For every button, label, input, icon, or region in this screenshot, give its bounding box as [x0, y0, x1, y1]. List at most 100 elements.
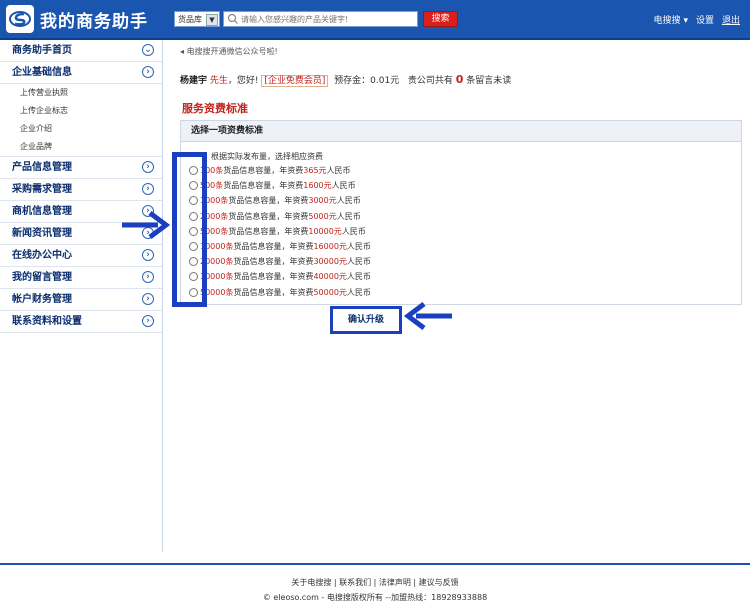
options-note: 根据实际发布量，选择相应资费 — [211, 152, 323, 161]
fee-option[interactable]: 1000条 货品信息容量，年资费 3000元 人民币 — [189, 193, 371, 208]
notice-text: 电搜搜开通微信公众号啦! — [186, 47, 278, 56]
user-info-line: 杨建宇 先生，您好! [企业免费会员] 预存金：0.01元 贵公司共有 0 条留… — [180, 73, 512, 87]
user-menu[interactable]: 电搜搜 ▾ — [654, 13, 688, 26]
search-category-value: 货品库 — [178, 15, 202, 24]
fee-options-list: 100条 货品信息容量，年资费 365元 人民币 500条 货品信息容量，年资费 1600元… — [189, 163, 371, 300]
sidebar-subitem-logo[interactable]: 上传企业标志 — [0, 102, 162, 120]
option-fee: 16000元 — [313, 242, 347, 252]
option-fee: 5000元 — [308, 211, 337, 221]
option-unit: 人民币 — [346, 257, 371, 267]
sidebar-item-messages[interactable]: 我的留言管理 › — [0, 267, 162, 289]
sidebar-item-purchasing[interactable]: 采购需求管理 › — [0, 179, 162, 201]
footer-link-contact[interactable]: 联系我们 — [339, 578, 371, 587]
user-menu-label: 电搜搜 — [653, 16, 681, 26]
member-badge[interactable]: [企业免费会员] — [261, 75, 329, 87]
sidebar-item-label: 商务助手首页 — [12, 45, 72, 56]
sidebar-item-label: 帐户财务管理 — [12, 294, 72, 305]
section-title: 服务资费标准 — [182, 102, 248, 115]
sidebar-item-home[interactable]: 商务助手首页 ⌄ — [0, 40, 162, 62]
sidebar-item-label: 我的留言管理 — [12, 272, 72, 283]
fee-option[interactable]: 2000条 货品信息容量，年资费 5000元 人民币 — [189, 209, 371, 224]
arrow-left-icon — [403, 302, 452, 330]
deposit-label: 预存金： — [334, 76, 371, 86]
sidebar-item-label: 企业基础信息 — [12, 67, 72, 78]
megaphone-icon: ◂ — [180, 47, 185, 56]
chevron-right-icon[interactable]: › — [142, 183, 154, 195]
sidebar-item-contact-settings[interactable]: 联系资料和设置 › — [0, 311, 162, 333]
message-suffix: 条留言未读 — [466, 76, 512, 86]
sidebar-item-products[interactable]: 产品信息管理 › — [0, 157, 162, 179]
sidebar-subitem-license[interactable]: 上传营业执照 — [0, 84, 162, 102]
option-fee: 3000元 — [308, 196, 337, 206]
option-desc: 货品信息容量，年资费 — [223, 166, 304, 176]
logo-icon — [6, 5, 34, 33]
option-desc: 货品信息容量，年资费 — [233, 272, 314, 282]
option-unit: 人民币 — [336, 196, 361, 206]
option-fee: 10000元 — [308, 226, 342, 236]
radio-highlight-box — [172, 152, 207, 307]
user-name: 杨建宇 — [180, 76, 208, 86]
option-desc: 货品信息容量，年资费 — [233, 242, 314, 252]
option-unit: 人民币 — [331, 181, 356, 191]
chevron-right-icon[interactable]: › — [142, 293, 154, 305]
chevron-down-icon[interactable]: ⌄ — [142, 44, 154, 56]
option-desc: 货品信息容量，年资费 — [228, 211, 309, 221]
search-button[interactable]: 搜索 — [423, 11, 458, 27]
search-category-select[interactable]: 货品库 ▼ — [174, 11, 220, 27]
option-fee: 30000元 — [313, 257, 347, 267]
panel-title: 选择一项资费标准 — [181, 121, 741, 142]
sidebar-item-label: 在线办公中心 — [12, 250, 72, 261]
fee-option[interactable]: 10000条 货品信息容量，年资费 16000元 人民币 — [189, 239, 371, 254]
chevron-right-icon[interactable]: › — [142, 161, 154, 173]
footer-link-about[interactable]: 关于电搜搜 — [291, 578, 331, 587]
sidebar-item-label: 商机信息管理 — [12, 206, 72, 217]
sidebar-subitem-intro[interactable]: 企业介绍 — [0, 120, 162, 138]
fee-option[interactable]: 500条 货品信息容量，年资费 1600元 人民币 — [189, 178, 371, 193]
footer-link-legal[interactable]: 法律声明 — [379, 578, 411, 587]
option-unit: 人民币 — [346, 242, 371, 252]
logout-link[interactable]: 退出 — [722, 13, 740, 26]
option-unit: 人民币 — [346, 272, 371, 282]
fee-panel: 选择一项资费标准 根据实际发布量，选择相应资费 100条 货品信息容量，年资费 36… — [180, 120, 742, 305]
option-desc: 货品信息容量，年资费 — [233, 257, 314, 267]
footer-link-feedback[interactable]: 建议与反馈 — [419, 578, 459, 587]
confirm-upgrade-button[interactable]: 确认升级 — [330, 306, 402, 334]
chevron-right-icon[interactable]: › — [142, 66, 154, 78]
option-desc: 货品信息容量，年资费 — [228, 196, 309, 206]
arrow-right-icon — [122, 211, 171, 239]
fee-option[interactable]: 20000条 货品信息容量，年资费 30000元 人民币 — [189, 254, 371, 269]
fee-option[interactable]: 5000条 货品信息容量，年资费 10000元 人民币 — [189, 224, 371, 239]
fee-option[interactable]: 50000条 货品信息容量，年资费 50000元 人民币 — [189, 285, 371, 300]
sidebar-item-finance[interactable]: 帐户财务管理 › — [0, 289, 162, 311]
unread-count[interactable]: 0 — [456, 73, 464, 86]
sidebar-item-label: 联系资料和设置 — [12, 316, 82, 327]
logo[interactable]: 我的商务助手 — [6, 5, 156, 33]
option-unit: 人民币 — [346, 287, 371, 297]
greeting: ，您好! — [227, 76, 259, 86]
sidebar-item-office[interactable]: 在线办公中心 › — [0, 245, 162, 267]
sidebar-subitem-brand[interactable]: 企业品牌 — [0, 138, 162, 157]
notice-bar[interactable]: ◂ 电搜搜开通微信公众号啦! — [180, 46, 278, 57]
settings-link[interactable]: 设置 — [696, 13, 714, 26]
search-input[interactable] — [241, 13, 416, 25]
fee-option[interactable]: 30000条 货品信息容量，年资费 40000元 人民币 — [189, 269, 371, 284]
footer: 关于电搜搜 | 联系我们 | 法律声明 | 建议与反馈 © eleoso.com… — [0, 563, 750, 613]
chevron-down-icon[interactable]: ▼ — [206, 14, 218, 26]
option-fee: 50000元 — [313, 287, 347, 297]
footer-copyright: © eleoso.com - 电搜搜版权所有 --加盟热线：1892893388… — [262, 593, 488, 602]
search-field[interactable] — [223, 11, 418, 27]
chevron-right-icon[interactable]: › — [142, 271, 154, 283]
option-unit: 人民币 — [341, 226, 366, 236]
footer-links: 关于电搜搜 | 联系我们 | 法律声明 | 建议与反馈 — [291, 578, 459, 587]
chevron-right-icon[interactable]: › — [142, 249, 154, 261]
logo-text: 我的商务助手 — [40, 11, 148, 32]
option-desc: 货品信息容量，年资费 — [233, 287, 314, 297]
chevron-right-icon[interactable]: › — [142, 315, 154, 327]
fee-option[interactable]: 100条 货品信息容量，年资费 365元 人民币 — [189, 163, 371, 178]
search-icon — [227, 13, 238, 24]
message-prefix: 贵公司共有 — [407, 76, 453, 86]
sidebar-item-company-info[interactable]: 企业基础信息 › — [0, 62, 162, 84]
sidebar-item-label: 产品信息管理 — [12, 162, 72, 173]
deposit-value: 0.01元 — [370, 76, 400, 86]
caret-down-icon: ▾ — [683, 16, 688, 26]
